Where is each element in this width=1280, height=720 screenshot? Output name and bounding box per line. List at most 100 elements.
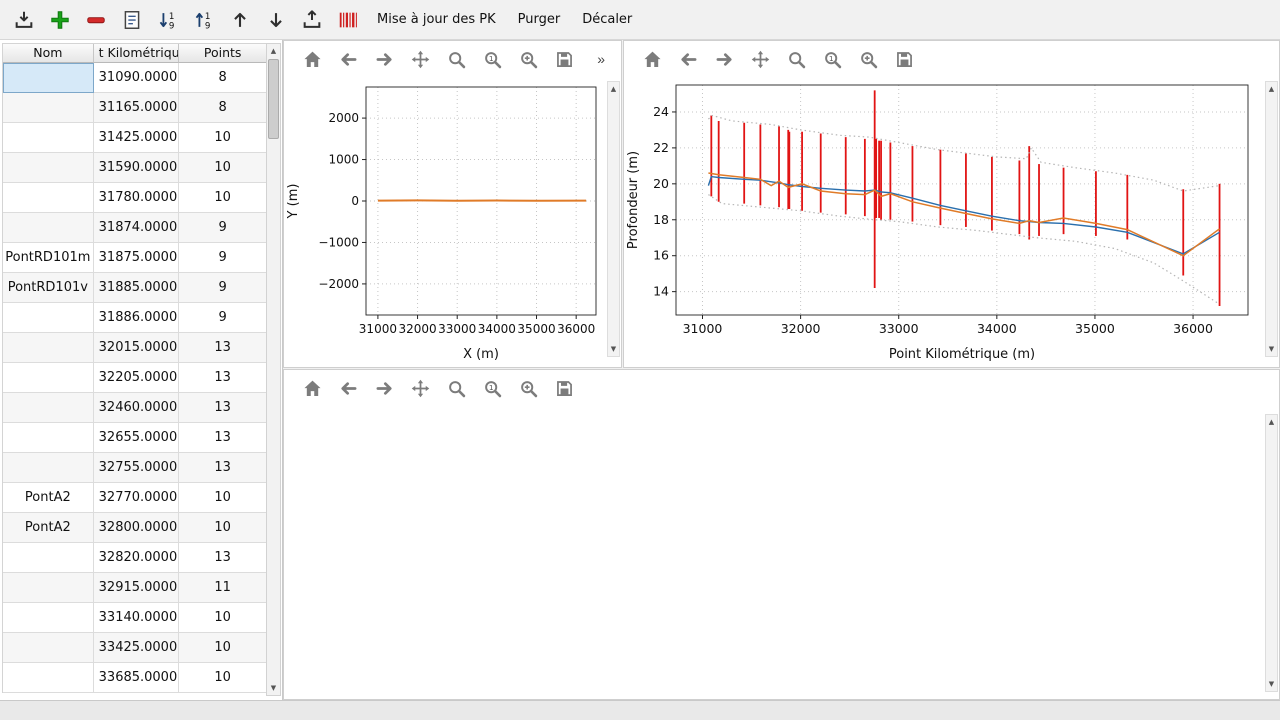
nom-cell[interactable] [3,333,94,363]
pk-cell[interactable]: 31874.0000 [94,213,180,243]
points-cell[interactable]: 9 [179,243,267,273]
pk-cell[interactable]: 33425.0000 [94,633,180,663]
zoom-button[interactable] [444,376,468,400]
nom-cell[interactable] [3,663,94,693]
nom-cell[interactable]: PontRD101m [3,243,94,273]
nom-cell[interactable] [3,573,94,603]
points-cell[interactable]: 8 [179,93,267,123]
points-cell[interactable]: 9 [179,213,267,243]
pk-cell[interactable]: 31090.0000 [94,63,180,93]
points-cell[interactable]: 13 [179,363,267,393]
nom-cell[interactable] [3,543,94,573]
forward-button[interactable] [712,47,736,71]
pk-cell[interactable]: 33685.0000 [94,663,180,693]
pk-cell[interactable]: 31885.0000 [94,273,180,303]
column-header-points[interactable]: Points [179,44,267,63]
pan-button[interactable] [408,47,432,71]
nom-cell[interactable]: PontRD101v [3,273,94,303]
scroll-down-arrow-icon[interactable]: ▼ [267,681,280,695]
zoom-1-button[interactable] [480,376,504,400]
pk-cell[interactable]: 31590.0000 [94,153,180,183]
points-cell[interactable]: 13 [179,453,267,483]
pk-cell[interactable]: 32915.0000 [94,573,180,603]
forward-button[interactable] [372,47,396,71]
nom-cell[interactable]: PontA2 [3,483,94,513]
pan-button[interactable] [408,376,432,400]
sort-ascending-button[interactable] [152,4,184,36]
save-figure-button[interactable] [892,47,916,71]
pk-cell[interactable]: 32800.0000 [94,513,180,543]
nom-cell[interactable] [3,633,94,663]
bottom-window-scrollbar[interactable]: ▲ ▼ [1265,414,1278,692]
points-cell[interactable]: 10 [179,183,267,213]
profile-plot[interactable]: 3100032000330003400035000360001416182022… [624,77,1264,365]
pk-cell[interactable]: 32820.0000 [94,543,180,573]
xy-plot[interactable]: 310003200033000340003500036000−2000−1000… [284,77,604,365]
move-down-button[interactable] [260,4,292,36]
sort-descending-button[interactable] [188,4,220,36]
nom-cell[interactable] [3,63,94,93]
pk-cell[interactable]: 32460.0000 [94,393,180,423]
pk-cell[interactable]: 31886.0000 [94,303,180,333]
pk-cell[interactable]: 32205.0000 [94,363,180,393]
column-header-point-kilometrique[interactable]: t Kilométrique [94,44,180,63]
profiles-button[interactable] [332,4,364,36]
add-row-button[interactable] [44,4,76,36]
xy-window-scrollbar[interactable]: ▲ ▼ [607,81,620,357]
shift-button[interactable]: Décaler [573,7,641,32]
points-cell[interactable]: 9 [179,303,267,333]
nom-cell[interactable] [3,363,94,393]
nom-cell[interactable] [3,123,94,153]
update-pk-button[interactable]: Mise à jour des PK [368,7,505,32]
points-cell[interactable]: 13 [179,393,267,423]
points-cell[interactable]: 13 [179,333,267,363]
pk-cell[interactable]: 31875.0000 [94,243,180,273]
pk-cell[interactable]: 33140.0000 [94,603,180,633]
nom-cell[interactable] [3,303,94,333]
points-cell[interactable]: 8 [179,63,267,93]
nom-cell[interactable] [3,393,94,423]
points-cell[interactable]: 10 [179,483,267,513]
zoom-plus-button[interactable] [516,376,540,400]
scroll-up-arrow-icon[interactable]: ▲ [1265,415,1278,429]
points-cell[interactable]: 9 [179,273,267,303]
nom-cell[interactable] [3,183,94,213]
pk-cell[interactable]: 32755.0000 [94,453,180,483]
points-cell[interactable]: 13 [179,423,267,453]
nom-cell[interactable] [3,603,94,633]
forward-button[interactable] [372,376,396,400]
points-cell[interactable]: 10 [179,663,267,693]
profile-window-scrollbar[interactable]: ▲ ▼ [1265,81,1278,357]
pk-cell[interactable]: 32770.0000 [94,483,180,513]
nom-cell[interactable] [3,453,94,483]
home-button[interactable] [300,376,324,400]
back-button[interactable] [676,47,700,71]
points-cell[interactable]: 10 [179,513,267,543]
nom-cell[interactable] [3,153,94,183]
scroll-down-arrow-icon[interactable]: ▼ [1265,677,1278,691]
zoom-button[interactable] [444,47,468,71]
edit-form-button[interactable] [116,4,148,36]
scroll-down-arrow-icon[interactable]: ▼ [1265,342,1278,356]
save-figure-button[interactable] [552,376,576,400]
home-button[interactable] [300,47,324,71]
home-button[interactable] [640,47,664,71]
scroll-up-arrow-icon[interactable]: ▲ [267,44,280,58]
pk-cell[interactable]: 31780.0000 [94,183,180,213]
remove-row-button[interactable] [80,4,112,36]
zoom-1-button[interactable] [820,47,844,71]
pk-cell[interactable]: 31425.0000 [94,123,180,153]
zoom-plus-button[interactable] [856,47,880,71]
scrollbar-thumb[interactable] [268,59,279,139]
nom-cell[interactable] [3,423,94,453]
pk-cell[interactable]: 32015.0000 [94,333,180,363]
nom-cell[interactable] [3,93,94,123]
toolbar-overflow-button[interactable]: » [597,51,613,67]
column-header-nom[interactable]: Nom [3,44,94,63]
move-up-button[interactable] [224,4,256,36]
pk-cell[interactable]: 31165.0000 [94,93,180,123]
pk-cell[interactable]: 32655.0000 [94,423,180,453]
points-cell[interactable]: 10 [179,153,267,183]
zoom-1-button[interactable] [480,47,504,71]
table-scrollbar[interactable]: ▲ ▼ [266,43,281,696]
